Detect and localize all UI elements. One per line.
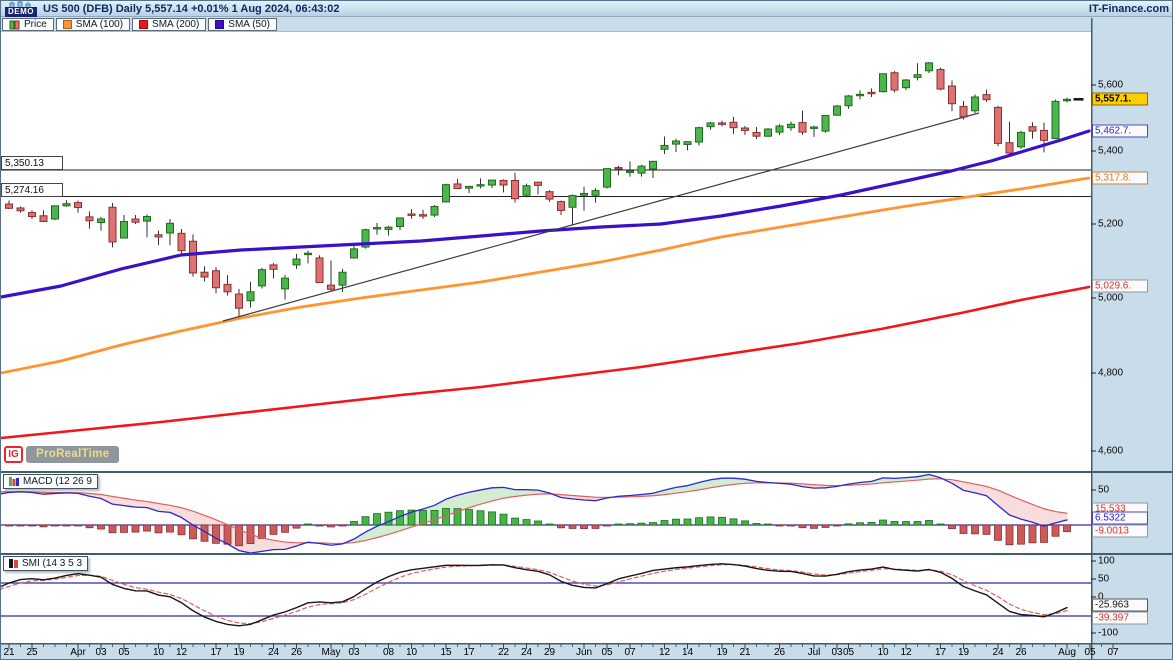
price-axis-tick: 50	[1098, 574, 1109, 585]
legend-row: Price SMA (100) SMA (200) SMA (50)	[1, 18, 1091, 32]
legend-price[interactable]: Price	[2, 18, 54, 31]
axis-value-tag: 6.5322	[1092, 512, 1148, 525]
it-finance-brand: IT-Finance.com	[1089, 3, 1169, 15]
date-axis-label: 24	[992, 647, 1003, 658]
axis-value-tag: -9.0013	[1092, 525, 1148, 538]
date-axis-label: 03	[348, 647, 359, 658]
date-axis-label: 19	[958, 647, 969, 658]
date-axis-label: 03	[95, 647, 106, 658]
date-axis-label: 21	[3, 647, 14, 658]
axis-value-tag: 5,557.1.	[1092, 93, 1148, 106]
axis-value-tag: 5,317.8.	[1092, 172, 1148, 185]
legend-sma200[interactable]: SMA (200)	[132, 18, 206, 31]
axis-value-tag: 5,462.7.	[1092, 125, 1148, 138]
price-axis-tick: 4,800	[1098, 368, 1123, 379]
date-axis-label: 07	[624, 647, 635, 658]
legend-sma200-label: SMA (200)	[152, 19, 199, 30]
legend-price-label: Price	[24, 19, 47, 30]
price-axis-tick: 4,600	[1098, 446, 1123, 457]
demo-badge: DEMO	[5, 7, 37, 17]
date-axis-label: 14	[682, 647, 693, 658]
smi-indicator-label[interactable]: SMI (14 3 5 3	[3, 556, 88, 571]
macd-indicator-label[interactable]: MACD (12 26 9	[3, 474, 98, 489]
legend-sma50[interactable]: SMA (50)	[208, 18, 277, 31]
date-axis-label: Apr	[70, 647, 86, 658]
date-axis-label: Aug	[1058, 647, 1076, 658]
date-axis-label: 08	[383, 647, 394, 658]
date-axis-label: 15	[440, 647, 451, 658]
title-bar: US 500 (DFB) Daily 5,557.14 +0.01% 1 Aug…	[1, 1, 1173, 17]
support-level-label[interactable]: 5,350.13	[1, 156, 63, 170]
prorealtime-logo: ProRealTime	[26, 446, 119, 463]
date-axis-label: 21	[739, 647, 750, 658]
date-axis-label: 22	[498, 647, 509, 658]
legend-sma50-label: SMA (50)	[228, 19, 270, 30]
date-axis-label: 05	[843, 647, 854, 658]
date-axis-label: 12	[176, 647, 187, 658]
price-candles-icon	[9, 20, 20, 30]
legend-sma100-label: SMA (100)	[76, 19, 123, 30]
sma50-swatch-icon	[215, 20, 224, 29]
date-axis-label: 24	[521, 647, 532, 658]
date-axis-label: 26	[774, 647, 785, 658]
legend-sma100[interactable]: SMA (100)	[56, 18, 130, 31]
macd-icon	[9, 477, 19, 486]
date-axis-label: 17	[463, 647, 474, 658]
date-axis-label: 10	[406, 647, 417, 658]
price-axis-tick: 50	[1098, 485, 1109, 496]
date-axis-label: 26	[291, 647, 302, 658]
smi-icon	[9, 559, 18, 568]
price-axis-tick: 5,400	[1098, 146, 1123, 157]
sma200-swatch-icon	[139, 20, 148, 29]
smi-label-text: SMI (14 3 5 3	[22, 558, 82, 569]
date-axis-label: 12	[659, 647, 670, 658]
date-axis-label: 12	[900, 647, 911, 658]
sma100-swatch-icon	[63, 20, 72, 29]
date-axis-label: 10	[877, 647, 888, 658]
date-axis-label: 03	[831, 647, 842, 658]
axis-value-tag: -39.397	[1092, 612, 1148, 625]
date-axis-label: 05	[1084, 647, 1095, 658]
date-axis-label: 19	[716, 647, 727, 658]
axis-value-tag: -25.963	[1092, 599, 1148, 612]
price-axis-tick: 100	[1098, 556, 1115, 567]
date-axis-label: 17	[210, 647, 221, 658]
date-axis-label: 05	[118, 647, 129, 658]
prorealtime-chart-window: US 500 (DFB) Daily 5,557.14 +0.01% 1 Aug…	[0, 0, 1173, 660]
price-axis-tick: 5,600	[1098, 80, 1123, 91]
date-axis-label: 10	[153, 647, 164, 658]
date-axis-label: Jul	[808, 647, 821, 658]
date-axis-label: 19	[233, 647, 244, 658]
chart-canvas[interactable]	[1, 1, 1173, 660]
date-axis-label: Jun	[576, 647, 592, 658]
date-axis-label: 17	[935, 647, 946, 658]
price-axis-tick: 5,000	[1098, 293, 1123, 304]
date-axis-label: 26	[1015, 647, 1026, 658]
support-level-label[interactable]: 5,274.16	[1, 183, 63, 197]
date-axis-label: 29	[544, 647, 555, 658]
price-axis-tick: -100	[1098, 628, 1118, 639]
axis-value-tag: 5,029.6.	[1092, 280, 1148, 293]
price-axis[interactable]	[1091, 18, 1173, 644]
date-axis-label: 05	[601, 647, 612, 658]
date-axis-label: 25	[26, 647, 37, 658]
date-axis-label: May	[322, 647, 341, 658]
instrument-title: US 500 (DFB) Daily 5,557.14 +0.01% 1 Aug…	[43, 3, 339, 15]
price-axis-tick: 5,200	[1098, 219, 1123, 230]
date-axis-label: 24	[268, 647, 279, 658]
macd-label-text: MACD (12 26 9	[23, 476, 92, 487]
date-axis-label: 07	[1107, 647, 1118, 658]
ig-logo: IG	[4, 446, 23, 463]
